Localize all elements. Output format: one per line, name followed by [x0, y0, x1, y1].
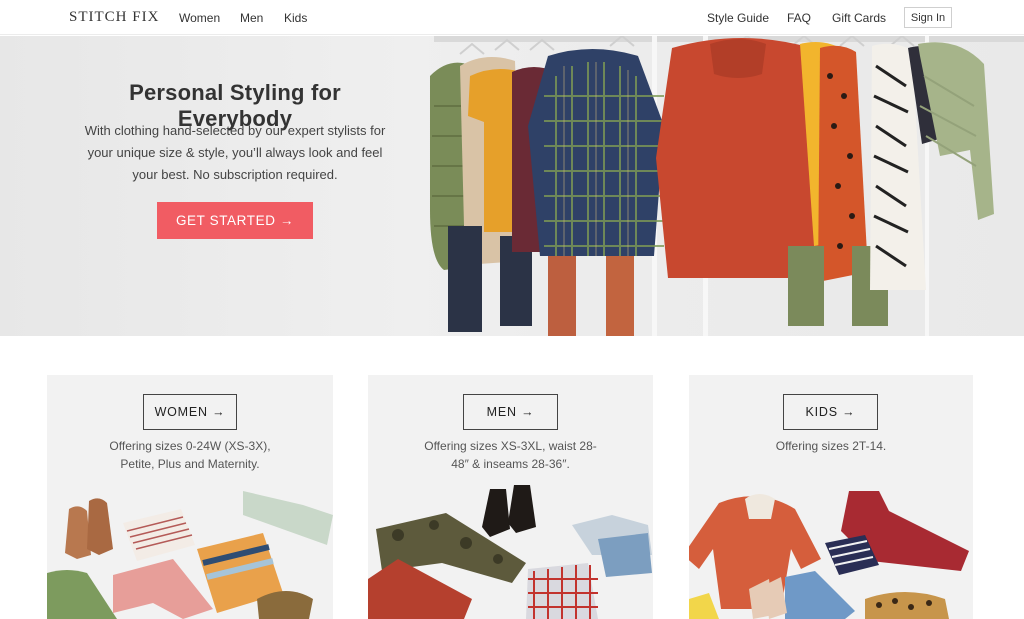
kids-description: Offering sizes 2T-14.: [689, 437, 973, 455]
women-desc-line-1: Offering sizes 0-24W (XS-3X),: [109, 439, 271, 453]
top-nav: STITCH FIX Women Men Kids Style Guide FA…: [0, 0, 1024, 35]
nav-link-men[interactable]: Men: [240, 11, 263, 25]
nav-link-kids[interactable]: Kids: [284, 11, 307, 25]
nav-link-women[interactable]: Women: [179, 11, 220, 25]
kids-clothing-image: [689, 491, 969, 619]
sign-in-button[interactable]: Sign In: [904, 7, 952, 28]
men-clothing-image: [368, 485, 652, 619]
men-description: Offering sizes XS-3XL, waist 28- 48″ & i…: [368, 437, 653, 473]
nav-link-style-guide[interactable]: Style Guide: [707, 11, 769, 25]
women-desc-line-2: Petite, Plus and Maternity.: [120, 457, 260, 471]
kids-desc-line-1: Offering sizes 2T-14.: [775, 439, 887, 453]
nav-link-faq[interactable]: FAQ: [787, 11, 811, 25]
men-button[interactable]: MEN →: [463, 394, 558, 430]
kids-card[interactable]: KIDS → Offering sizes 2T-14.: [689, 375, 973, 619]
men-card[interactable]: MEN → Offering sizes XS-3XL, waist 28- 4…: [368, 375, 653, 619]
nav-link-gift-cards[interactable]: Gift Cards: [832, 11, 886, 25]
women-button[interactable]: WOMEN →: [143, 394, 237, 430]
men-desc-line-2: 48″ & inseams 28-36″.: [451, 457, 570, 471]
logo[interactable]: STITCH FIX: [69, 9, 159, 26]
men-desc-line-1: Offering sizes XS-3XL, waist 28-: [424, 439, 597, 453]
hero-description: With clothing hand-selected by our exper…: [84, 123, 386, 182]
get-started-button[interactable]: GET STARTED →: [157, 202, 313, 239]
kids-button[interactable]: KIDS →: [783, 394, 878, 430]
hero-banner: Personal Styling for Everybody With clot…: [0, 36, 1024, 336]
clothing-rack-image: [430, 36, 1024, 336]
women-description: Offering sizes 0-24W (XS-3X), Petite, Pl…: [47, 437, 333, 473]
women-card[interactable]: WOMEN → Offering sizes 0-24W (XS-3X), Pe…: [47, 375, 333, 619]
women-clothing-image: [47, 491, 333, 619]
